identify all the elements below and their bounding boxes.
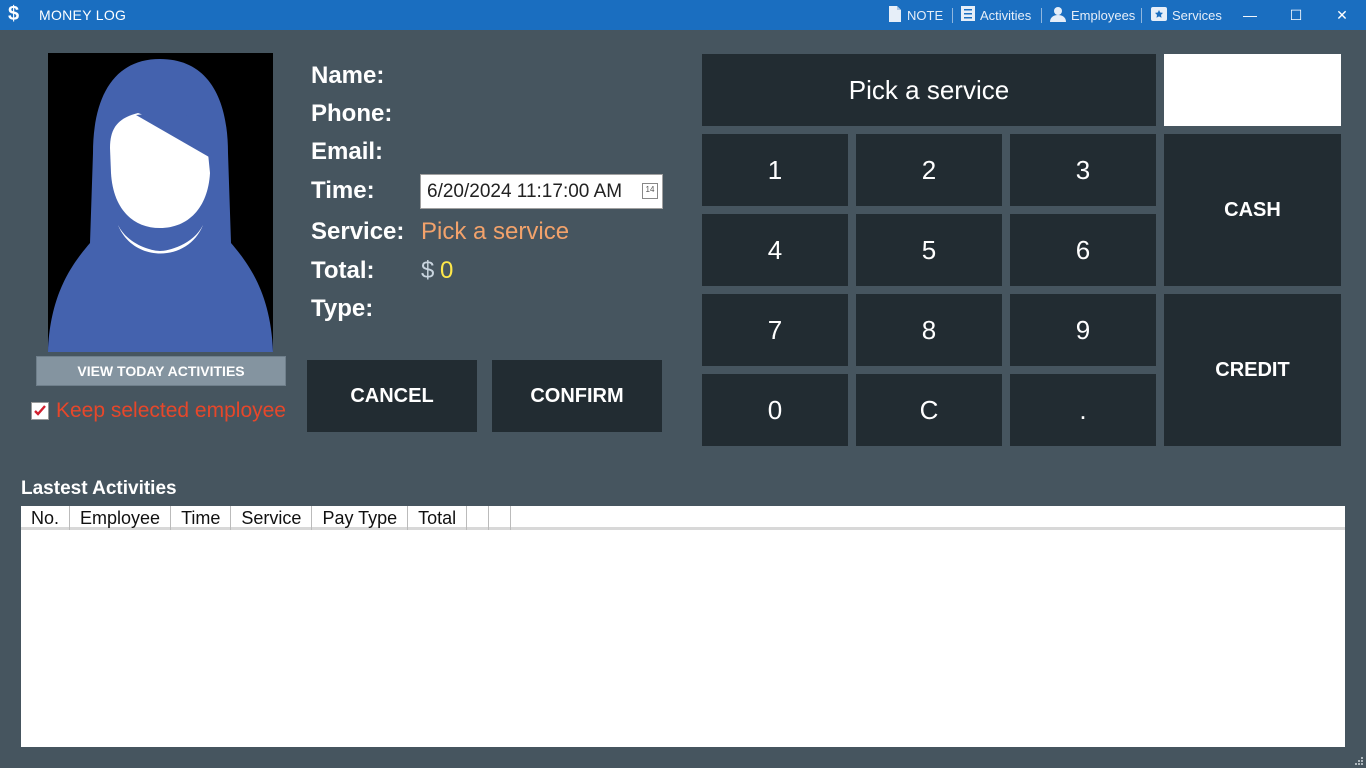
name-label: Name:: [311, 62, 385, 89]
nav-note[interactable]: NOTE: [888, 0, 943, 30]
confirm-button[interactable]: CONFIRM: [492, 360, 662, 432]
activities-title: Lastest Activities: [21, 478, 177, 499]
calendar-icon[interactable]: 14: [642, 183, 658, 199]
key-decimal[interactable]: .: [1010, 374, 1156, 446]
amount-display: [1164, 54, 1341, 126]
column-header-extra[interactable]: [467, 506, 490, 530]
phone-label: Phone:: [311, 100, 393, 127]
key-9[interactable]: 9: [1010, 294, 1156, 366]
email-label: Email:: [311, 138, 384, 165]
nav-services[interactable]: Services: [1151, 0, 1222, 30]
keep-selected-checkbox[interactable]: Keep selected employee: [31, 399, 286, 423]
app-title: MONEY LOG: [39, 7, 127, 23]
nav-divider: [1041, 8, 1042, 23]
dollar-icon: $: [8, 3, 20, 25]
nav-employees-label: Employees: [1071, 7, 1136, 23]
total-value: 0: [440, 257, 454, 284]
column-header-total[interactable]: Total: [408, 506, 468, 530]
column-header-no[interactable]: No.: [21, 506, 71, 530]
column-header-extra[interactable]: [489, 506, 512, 530]
key-7[interactable]: 7: [702, 294, 848, 366]
total-label: Total:: [311, 257, 375, 284]
keep-selected-label: Keep selected employee: [56, 399, 286, 422]
close-button[interactable]: ✕: [1319, 0, 1365, 30]
note-icon: [888, 5, 902, 25]
resize-grip-icon[interactable]: [1354, 756, 1364, 766]
maximize-button[interactable]: ☐: [1273, 0, 1319, 30]
nav-employees[interactable]: Employees: [1050, 0, 1135, 30]
nav-activities-label: Activities: [980, 7, 1032, 23]
key-1[interactable]: 1: [702, 134, 848, 206]
minimize-icon: —: [1243, 7, 1257, 23]
cancel-button[interactable]: CANCEL: [307, 360, 477, 432]
type-label: Type:: [311, 295, 374, 322]
column-header-employee[interactable]: Employee: [70, 506, 172, 530]
close-icon: ✕: [1336, 6, 1348, 23]
minimize-button[interactable]: —: [1227, 0, 1273, 30]
checkmark-icon: [34, 405, 46, 416]
key-8[interactable]: 8: [856, 294, 1002, 366]
currency-symbol: $: [421, 257, 435, 284]
cash-button[interactable]: CASH: [1164, 134, 1341, 286]
service-picker-display[interactable]: Pick a service: [702, 54, 1156, 126]
nav-divider: [952, 8, 953, 23]
time-value: 6/20/2024 11:17:00 AM: [427, 180, 623, 202]
time-picker[interactable]: 6/20/2024 11:17:00 AM 14: [420, 174, 663, 209]
key-0[interactable]: 0: [702, 374, 848, 446]
maximize-icon: ☐: [1289, 6, 1303, 23]
person-icon: [1050, 6, 1066, 25]
nav-divider: [1141, 8, 1142, 23]
table-header: No. Employee Time Service Pay Type Total: [21, 506, 1345, 530]
key-5[interactable]: 5: [856, 214, 1002, 286]
nav-activities[interactable]: Activities: [961, 0, 1031, 30]
time-label: Time:: [311, 177, 375, 204]
key-clear[interactable]: C: [856, 374, 1002, 446]
list-icon: [961, 6, 975, 24]
key-3[interactable]: 3: [1010, 134, 1156, 206]
service-value: Pick a service: [421, 218, 570, 245]
checkbox-box[interactable]: [31, 402, 49, 420]
view-today-activities-button[interactable]: VIEW TODAY ACTIVITIES: [36, 356, 286, 386]
key-6[interactable]: 6: [1010, 214, 1156, 286]
column-header-pay-type[interactable]: Pay Type: [312, 506, 409, 530]
credit-button[interactable]: CREDIT: [1164, 294, 1341, 446]
services-icon: [1151, 6, 1167, 24]
nav-note-label: NOTE: [907, 7, 944, 23]
activities-table[interactable]: No. Employee Time Service Pay Type Total: [21, 506, 1345, 747]
column-header-time[interactable]: Time: [171, 506, 232, 530]
column-header-service[interactable]: Service: [231, 506, 313, 530]
key-2[interactable]: 2: [856, 134, 1002, 206]
key-4[interactable]: 4: [702, 214, 848, 286]
service-label: Service:: [311, 218, 405, 245]
title-bar: $ MONEY LOG NOTE Activities Employees Se…: [0, 0, 1366, 30]
nav-services-label: Services: [1172, 7, 1222, 23]
employee-avatar: [48, 53, 273, 352]
